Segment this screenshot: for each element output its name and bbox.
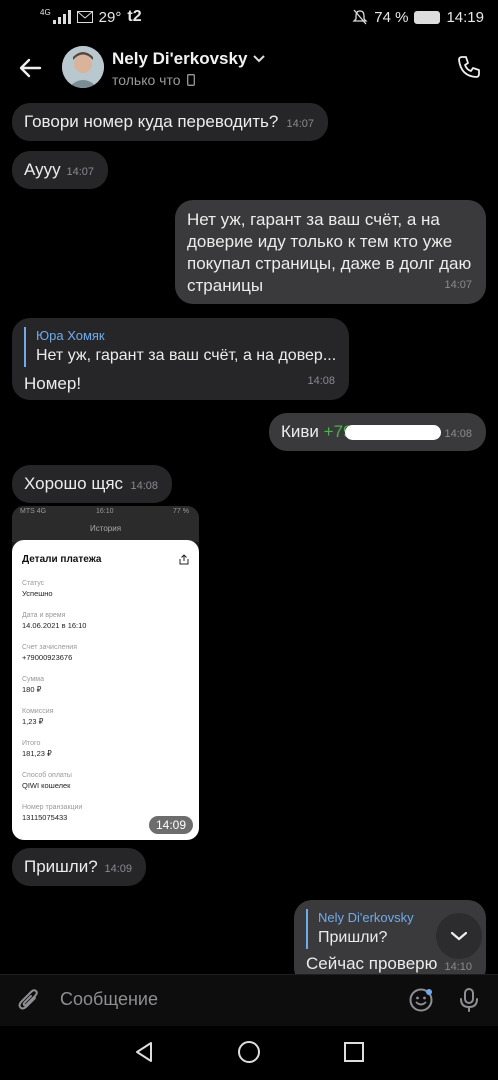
message-line: Нет уж, гарант за ваш счёт, а на	[187, 210, 440, 229]
signal-icon	[52, 10, 71, 24]
mute-icon	[352, 9, 368, 25]
screenshot-topbar: MTS 4G 16:10 77 % История	[12, 506, 199, 542]
share-icon	[179, 554, 189, 565]
message-outgoing[interactable]: Киви +79 14:08	[269, 413, 486, 451]
screenshot-battery: 77 %	[173, 508, 189, 515]
reply-author: Юра Хомяк	[36, 328, 105, 343]
message-input[interactable]: Сообщение	[60, 989, 158, 1010]
message-time: 14:07	[66, 166, 94, 178]
message-text: Пришли?	[24, 857, 98, 876]
screenshot-clock: 16:10	[96, 508, 114, 515]
message-text: Киви	[281, 422, 324, 441]
message-incoming[interactable]: Аууу 14:07	[12, 151, 108, 189]
image-message[interactable]: MTS 4G 16:10 77 % История Детали платежа…	[12, 506, 199, 840]
message-incoming-reply[interactable]: Юра Хомяк Нет уж, гарант за ваш счёт, а …	[12, 318, 349, 400]
contact-name: Nely Di'erkovsky	[112, 49, 248, 68]
nav-home-icon[interactable]	[237, 1040, 261, 1064]
carrier: t2	[127, 8, 142, 25]
field-value: 180 ₽	[22, 685, 42, 694]
nav-back-icon[interactable]	[132, 1040, 156, 1064]
message-text: Номер!	[24, 374, 82, 393]
field-label: Статус	[22, 580, 45, 587]
field-value: QIWI кошелек	[22, 781, 71, 790]
field-label: Сумма	[22, 676, 44, 683]
status-bar: 4G 29° t2 74 % 14:19	[0, 0, 498, 34]
battery-percent: 74 %	[374, 8, 409, 26]
online-status: только что	[112, 72, 195, 88]
scroll-down-button[interactable]	[436, 913, 482, 959]
message-line: доверие иду только к тем кто уже	[187, 232, 453, 251]
system-navigation-bar	[0, 1026, 498, 1080]
message-text: Аууу	[24, 160, 61, 179]
message-incoming[interactable]: Хорошо щяс 14:08	[12, 465, 172, 503]
status-text: только что	[112, 72, 181, 88]
chat-title[interactable]: Nely Di'erkovsky	[112, 49, 266, 69]
message-line: страницы	[187, 276, 264, 295]
paperclip-icon[interactable]	[16, 987, 42, 1013]
screenshot-history-title: История	[90, 524, 122, 533]
message-text: Хорошо щяс	[24, 474, 124, 493]
nav-recent-icon[interactable]	[343, 1041, 365, 1063]
reply-quote[interactable]: Юра Хомяк Нет уж, гарант за ваш счёт, а …	[24, 327, 337, 367]
message-time: 14:07	[286, 118, 314, 130]
message-time: 14:08	[130, 480, 158, 492]
mail-icon	[76, 11, 93, 23]
chat-header: Nely Di'erkovsky только что	[0, 34, 498, 98]
message-time: 14:08	[444, 428, 472, 440]
field-label: Дата и время	[22, 612, 66, 619]
message-incoming[interactable]: Говори номер куда переводить? 14:07	[12, 103, 328, 141]
network-type: 4G	[40, 8, 51, 17]
clock: 14:19	[446, 8, 484, 26]
microphone-icon[interactable]	[456, 987, 482, 1013]
avatar[interactable]	[62, 46, 104, 88]
message-outgoing[interactable]: Нет уж, гарант за ваш счёт, а на доверие…	[175, 200, 486, 304]
message-time: 14:08	[307, 375, 335, 387]
field-value: 1,23 ₽	[22, 717, 44, 726]
screenshot-carrier: MTS 4G	[20, 508, 47, 515]
chevron-down-icon	[450, 931, 468, 941]
field-label: Итого	[22, 740, 41, 747]
field-label: Номер транзакции	[22, 804, 83, 811]
field-label: Счет зачисления	[22, 644, 77, 651]
message-time: 14:09	[104, 863, 132, 875]
message-time: 14:07	[444, 279, 472, 291]
censor-mark	[344, 425, 441, 441]
payment-title: Детали платежа	[22, 554, 102, 565]
message-text: Говори номер куда переводить?	[24, 112, 279, 131]
field-value: Успешно	[22, 589, 53, 598]
emoji-icon[interactable]	[408, 987, 434, 1013]
field-value: 181,23 ₽	[22, 749, 52, 758]
field-value: +79000923676	[22, 653, 73, 662]
battery-icon	[414, 10, 441, 24]
temperature: 29°	[98, 8, 122, 26]
mobile-icon	[186, 74, 195, 86]
message-incoming[interactable]: Пришли? 14:09	[12, 848, 146, 886]
field-label: Комиссия	[22, 708, 54, 715]
arrow-left-icon[interactable]	[16, 54, 44, 82]
image-time: 14:09	[148, 816, 193, 834]
message-line: покупал страницы, даже в долг даю	[187, 254, 472, 273]
phone-icon[interactable]	[456, 54, 482, 80]
message-composer: Сообщение	[0, 974, 498, 1026]
field-label: Способ оплаты	[22, 772, 72, 779]
payment-details-card: Детали платежа Статус Успешно Дата и вре…	[12, 540, 199, 840]
field-value: 14.06.2021 в 16:10	[22, 621, 87, 630]
chevron-down-icon	[253, 55, 266, 63]
reply-text: Нет уж, гарант за ваш счёт, а на довер..…	[36, 347, 337, 364]
